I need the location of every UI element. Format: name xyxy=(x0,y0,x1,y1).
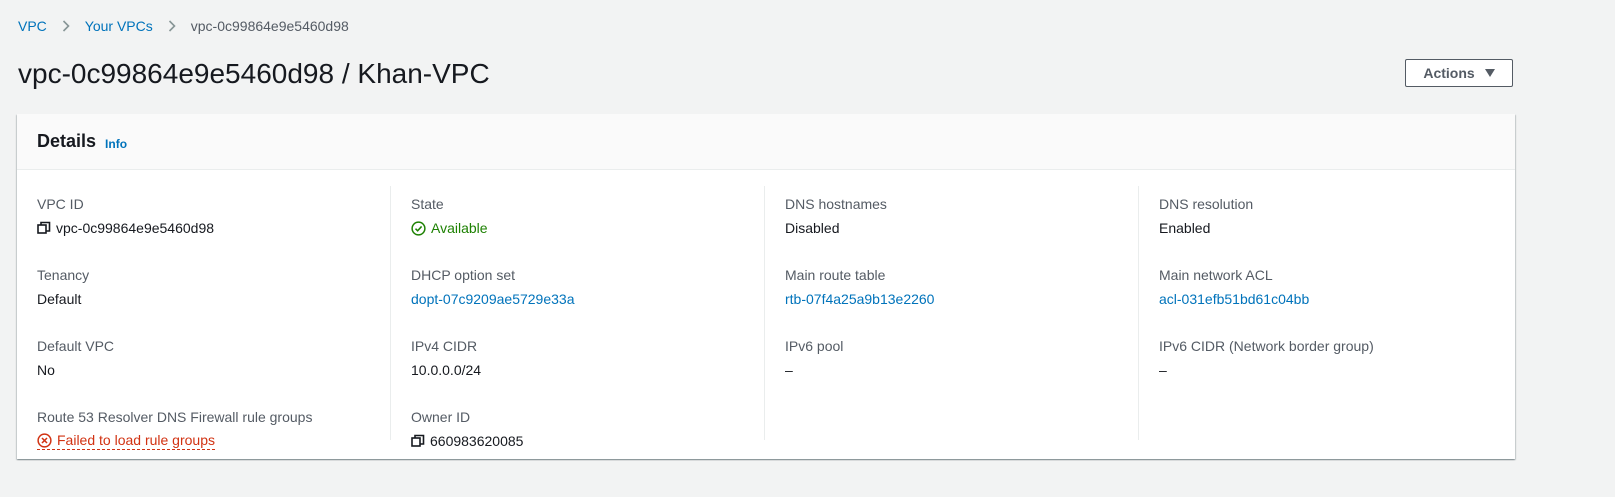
copy-icon[interactable] xyxy=(411,434,425,448)
ipv6-cidr-value: – xyxy=(1159,362,1167,378)
state-value: Available xyxy=(431,220,488,236)
field-state: State Available xyxy=(411,194,764,257)
default-vpc-value: No xyxy=(37,362,55,378)
field-value-row: Failed to load rule groups xyxy=(37,431,390,450)
field-owner-id: Owner ID 660983620085 xyxy=(411,407,764,470)
field-main-network-acl: Main network ACL acl-031efb51bd61c04bb xyxy=(1159,265,1513,328)
field-label: Main network ACL xyxy=(1159,267,1273,283)
field-label: DHCP option set xyxy=(411,267,516,283)
ipv6-pool-value: – xyxy=(785,362,793,378)
field-value-row: 660983620085 xyxy=(411,431,764,451)
info-link[interactable]: Info xyxy=(105,137,127,151)
field-label: Owner ID xyxy=(411,409,471,425)
field-dns-hostnames: DNS hostnames Disabled xyxy=(785,194,1138,257)
page-title: vpc-0c99864e9e5460d98 / Khan-VPC xyxy=(18,58,490,89)
chevron-right-icon xyxy=(153,16,191,36)
dhcp-option-set-link[interactable]: dopt-07c9209ae5729e33a xyxy=(411,289,575,309)
field-dns-firewall-rule-groups: Route 53 Resolver DNS Firewall rule grou… xyxy=(37,407,390,470)
field-value-row: Available xyxy=(411,218,764,238)
actions-button-label: Actions xyxy=(1423,65,1475,81)
owner-id-value: 660983620085 xyxy=(430,433,524,449)
main-route-table-link[interactable]: rtb-07f4a25a9b13e2260 xyxy=(785,289,934,309)
details-panel: Details Info VPC ID vpc-0c99864e9e5460d9… xyxy=(17,114,1515,459)
field-tenancy: Tenancy Default xyxy=(37,265,390,328)
details-column-4: DNS resolution Enabled Main network ACL … xyxy=(1139,186,1513,440)
field-value-row: dopt-07c9209ae5729e33a xyxy=(411,289,764,309)
details-column-2: State Available DHCP option set dopt-07c… xyxy=(391,186,765,449)
breadcrumb-current: vpc-0c99864e9e5460d98 xyxy=(190,18,349,34)
field-label: IPv4 CIDR xyxy=(411,338,478,354)
details-panel-header: Details Info xyxy=(17,114,1515,170)
error-status-popover-trigger[interactable]: Failed to load rule groups xyxy=(37,431,215,450)
actions-dropdown-button[interactable]: Actions xyxy=(1405,59,1513,87)
field-ipv6-cidr: IPv6 CIDR (Network border group) – xyxy=(1159,336,1513,399)
field-ipv6-pool: IPv6 pool – xyxy=(785,336,1138,399)
field-value-row: rtb-07f4a25a9b13e2260 xyxy=(785,289,1138,309)
details-title: Details xyxy=(37,131,97,151)
dns-resolution-value: Enabled xyxy=(1159,220,1211,236)
field-label: Route 53 Resolver DNS Firewall rule grou… xyxy=(37,409,313,425)
field-vpc-id: VPC ID vpc-0c99864e9e5460d98 xyxy=(37,194,390,257)
error-circle-icon xyxy=(37,432,52,448)
main-network-acl-link[interactable]: acl-031efb51bd61c04bb xyxy=(1159,289,1309,309)
details-column-1: VPC ID vpc-0c99864e9e5460d98 Tenancy Def… xyxy=(17,186,391,450)
field-label: State xyxy=(411,196,444,212)
vpc-id-value: vpc-0c99864e9e5460d98 xyxy=(56,220,215,236)
check-circle-icon xyxy=(411,220,426,236)
breadcrumb-link-your-vpcs[interactable]: Your VPCs xyxy=(85,18,153,34)
field-label: DNS resolution xyxy=(1159,196,1254,212)
breadcrumb-link-vpc[interactable]: VPC xyxy=(18,18,47,34)
field-dhcp-option-set: DHCP option set dopt-07c9209ae5729e33a xyxy=(411,265,764,328)
field-label: IPv6 pool xyxy=(785,338,844,354)
details-column-3: DNS hostnames Disabled Main route table … xyxy=(765,186,1139,440)
field-label: Main route table xyxy=(785,267,886,283)
field-label: VPC ID xyxy=(37,196,84,212)
caret-down-icon xyxy=(1484,69,1495,77)
field-dns-resolution: DNS resolution Enabled xyxy=(1159,194,1513,257)
field-ipv4-cidr: IPv4 CIDR 10.0.0.0/24 xyxy=(411,336,764,399)
tenancy-value: Default xyxy=(37,291,82,307)
field-label: IPv6 CIDR (Network border group) xyxy=(1159,338,1374,354)
dns-hostnames-value: Disabled xyxy=(785,220,840,236)
rule-groups-error-text: Failed to load rule groups xyxy=(57,432,215,448)
field-value-row: acl-031efb51bd61c04bb xyxy=(1159,289,1513,309)
field-label: Default VPC xyxy=(37,338,115,354)
details-columns: VPC ID vpc-0c99864e9e5460d98 Tenancy Def… xyxy=(17,186,1515,450)
field-main-route-table: Main route table rtb-07f4a25a9b13e2260 xyxy=(785,265,1138,328)
field-label: Tenancy xyxy=(37,267,90,283)
copy-icon[interactable] xyxy=(37,221,51,235)
field-value-row: vpc-0c99864e9e5460d98 xyxy=(37,218,390,238)
chevron-right-icon xyxy=(47,16,85,36)
field-label: DNS hostnames xyxy=(785,196,887,212)
field-default-vpc: Default VPC No xyxy=(37,336,390,399)
ipv4-cidr-value: 10.0.0.0/24 xyxy=(411,362,482,378)
breadcrumb: VPC Your VPCs vpc-0c99864e9e5460d98 xyxy=(18,16,349,36)
